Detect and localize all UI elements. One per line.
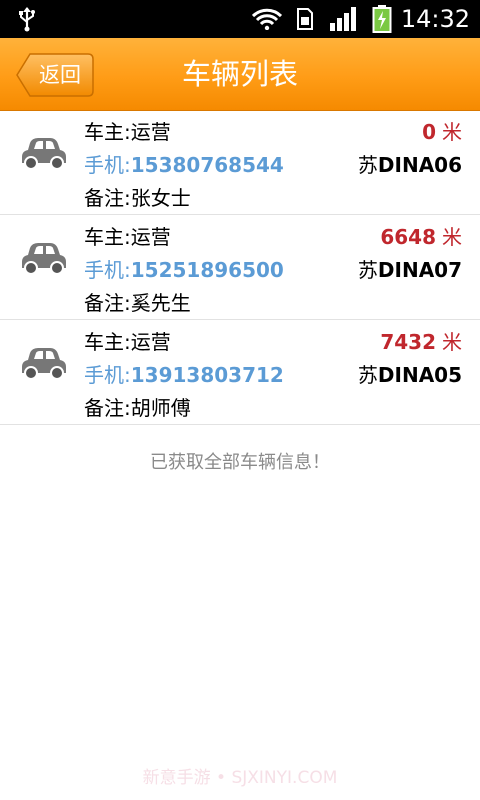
plate-prefix: 苏: [357, 258, 378, 282]
battery-charging-icon: [372, 5, 392, 37]
plate-code: DINA06: [377, 153, 462, 177]
vehicle-list: 车主:运营 手机:15380768544 备注:张女士 0米 苏DINA06 车…: [0, 110, 480, 425]
plate-prefix: 苏: [357, 363, 378, 387]
phone-number: 15380768544: [130, 153, 284, 177]
plate-number: 苏DINA06: [358, 151, 462, 179]
watermark: 新意手游 • SJXINYI.COM: [142, 768, 338, 788]
phone-prefix: 手机:: [84, 258, 131, 282]
phone-link[interactable]: 手机:15380768544: [84, 151, 284, 179]
back-button[interactable]: 返回: [16, 53, 94, 97]
list-item[interactable]: 车主:运营 手机:15251896500 备注:奚先生 6648 米 苏DINA0…: [0, 215, 480, 320]
plate-code: DINA07: [377, 258, 462, 282]
plate-prefix: 苏: [357, 153, 378, 177]
title-bar: 车辆列表 返回: [0, 38, 480, 111]
note-label: 备注:胡师傅: [84, 396, 191, 420]
distance-label: 6648 米: [380, 223, 462, 251]
wifi-icon: [251, 8, 283, 34]
status-bar: 14:32: [0, 0, 480, 38]
signal-icon: [330, 7, 358, 35]
note-label: 备注:奚先生: [84, 291, 191, 315]
list-item[interactable]: 车主:运营 手机:15380768544 备注:张女士 0米 苏DINA06: [0, 110, 480, 215]
car-icon: [16, 240, 70, 280]
distance-value: 6648: [380, 225, 436, 249]
distance-value: 0: [422, 120, 436, 144]
car-icon: [16, 345, 70, 385]
distance-label: 7432 米: [380, 328, 462, 356]
back-button-label: 返回: [39, 63, 81, 87]
distance-unit: 米: [442, 225, 462, 249]
car-icon: [16, 135, 70, 175]
phone-number: 13913803712: [130, 363, 284, 387]
owner-label: 车主:运营: [84, 330, 171, 354]
distance-unit: 米: [442, 330, 462, 354]
plate-number: 苏DINA07: [358, 256, 462, 284]
phone-link[interactable]: 手机:13913803712: [84, 361, 284, 389]
usb-icon: [18, 6, 36, 36]
phone-prefix: 手机:: [84, 153, 131, 177]
all-loaded-message: 已获取全部车辆信息！: [150, 452, 330, 473]
clock: 14:32: [400, 5, 470, 33]
phone-prefix: 手机:: [84, 363, 131, 387]
plate-number: 苏DINA05: [358, 361, 462, 389]
owner-label: 车主:运营: [84, 120, 171, 144]
distance-label: 0米: [422, 118, 462, 146]
distance-value: 7432: [380, 330, 436, 354]
phone-link[interactable]: 手机:15251896500: [84, 256, 284, 284]
phone-number: 15251896500: [130, 258, 284, 282]
owner-label: 车主:运营: [84, 225, 171, 249]
list-item[interactable]: 车主:运营 手机:13913803712 备注:胡师傅 7432 米 苏DINA0…: [0, 320, 480, 425]
sim-icon: [296, 7, 314, 35]
distance-unit: 米: [442, 120, 462, 144]
note-label: 备注:张女士: [84, 186, 191, 210]
plate-code: DINA05: [377, 363, 462, 387]
